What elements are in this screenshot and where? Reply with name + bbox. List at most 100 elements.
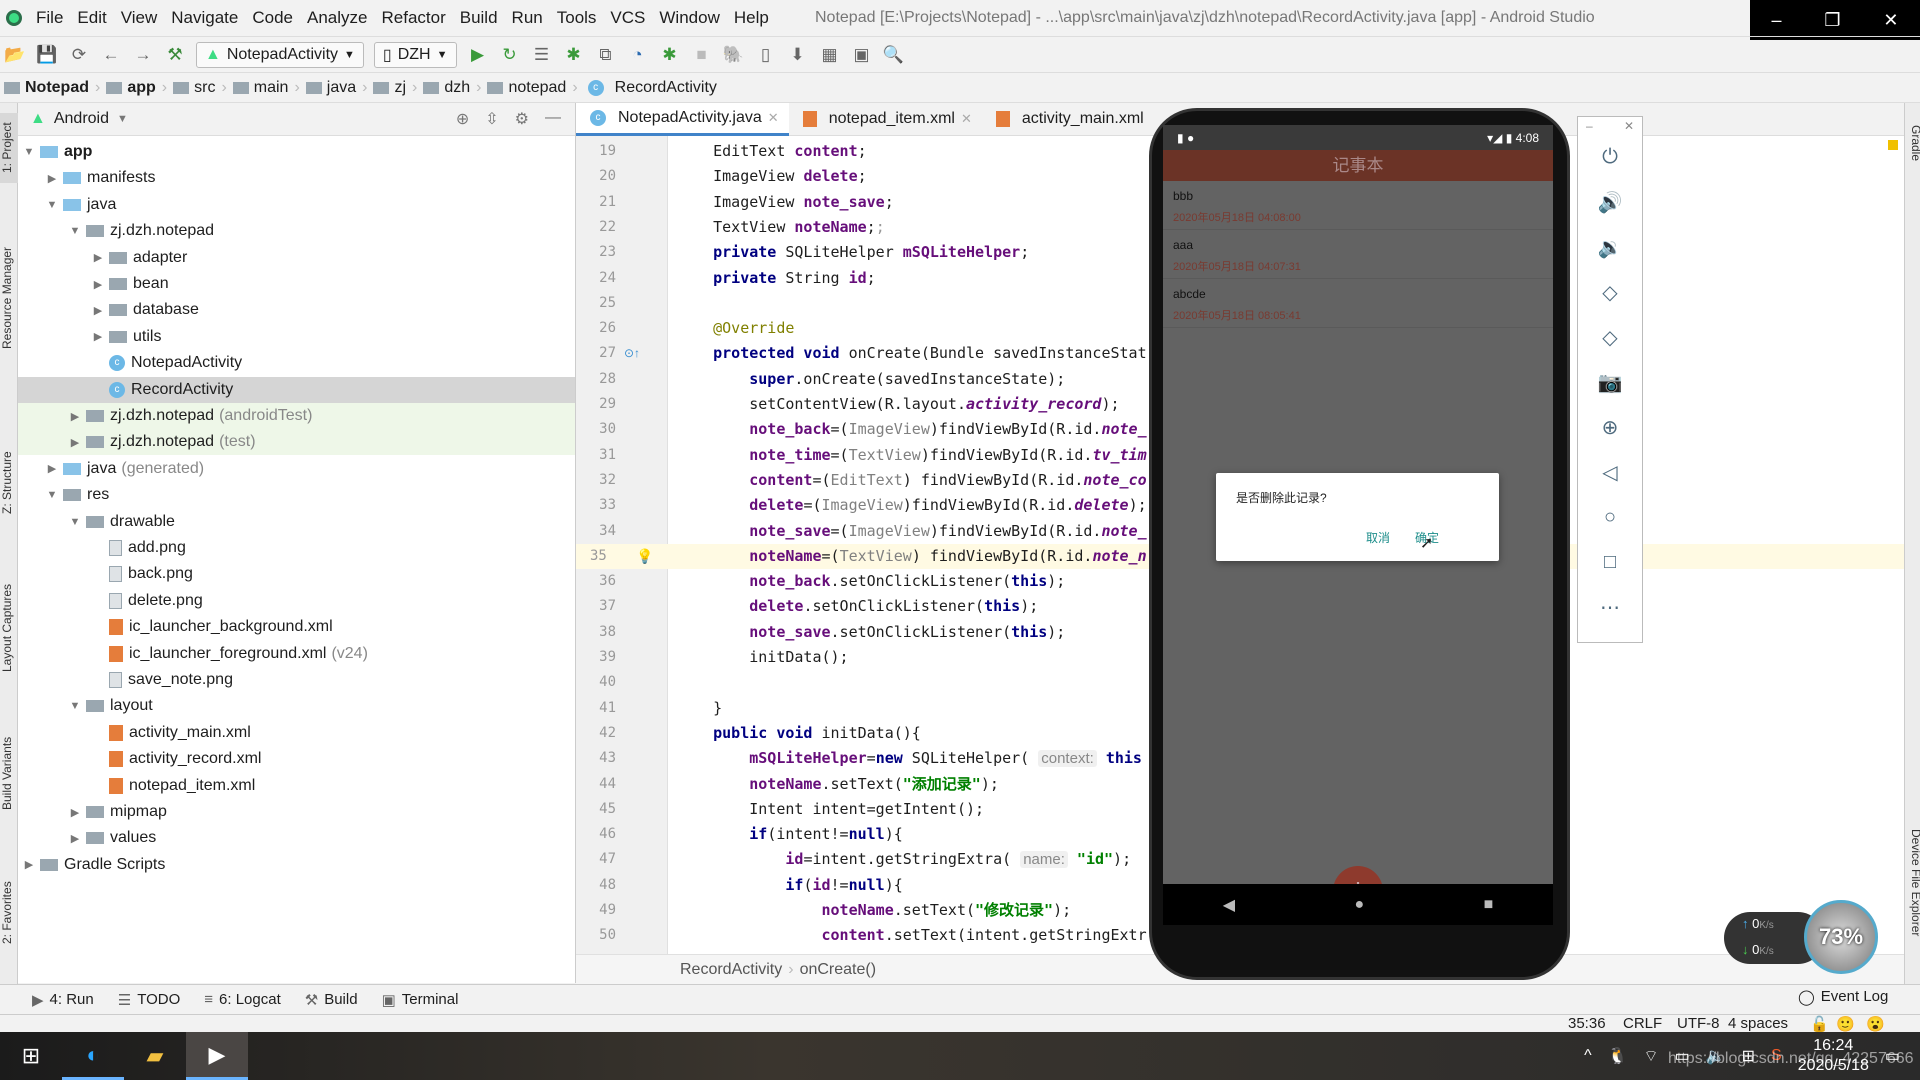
network-monitor-widget[interactable]: ↑ 0K/s ↓ 0K/s 73% [1724, 898, 1878, 976]
coverage-icon[interactable]: ☰ [531, 44, 553, 66]
caret-position[interactable]: 35:36 [1568, 1015, 1606, 1032]
layout-captures-tab[interactable]: Layout Captures [0, 573, 18, 683]
tree-item[interactable]: ▼ java [18, 192, 575, 218]
menu-vcs[interactable]: VCS [610, 8, 645, 28]
build-variants-tab[interactable]: Build Variants [0, 723, 18, 823]
stop-icon[interactable]: ■ [691, 44, 713, 66]
close-icon[interactable]: ✕ [1624, 119, 1634, 133]
crumb-class[interactable]: RecordActivity [680, 961, 782, 979]
open-icon[interactable]: 📂 [4, 44, 26, 66]
file-encoding[interactable]: UTF-8 [1677, 1015, 1720, 1032]
collapsed-arrow-icon[interactable]: ▶ [68, 806, 82, 819]
tree-item[interactable]: c NotepadActivity [18, 350, 575, 376]
tree-item[interactable]: save_note.png [18, 667, 575, 693]
menu-file[interactable]: File [36, 8, 63, 28]
smiley-icon[interactable]: 🙂 [1836, 1015, 1855, 1033]
profile-icon[interactable]: ◔ [627, 44, 649, 66]
chevron-down-icon[interactable]: ▼ [117, 113, 128, 125]
resource-manager-tab[interactable]: Resource Manager [0, 233, 18, 363]
power-icon[interactable]: ⏻ [1578, 135, 1642, 180]
cancel-button[interactable]: 取消 [1366, 529, 1390, 546]
expanded-arrow-icon[interactable]: ▼ [68, 225, 82, 237]
rotate-left-icon[interactable]: ◇ [1578, 270, 1642, 315]
tree-item[interactable]: ▼ app [18, 139, 575, 165]
event-log-button[interactable]: ◯ Event Log [1798, 988, 1888, 1006]
minimize-button[interactable]: – [1771, 10, 1781, 31]
locate-icon[interactable]: ⊕ [456, 109, 469, 129]
tree-item[interactable]: ▼ layout [18, 693, 575, 719]
override-marker-icon[interactable]: ⊙↑ [624, 341, 640, 366]
collapsed-arrow-icon[interactable]: ▶ [91, 304, 105, 317]
menu-window[interactable]: Window [659, 8, 719, 28]
breadcrumb-item[interactable]: src [173, 79, 215, 97]
tool-run[interactable]: ▶ 4: Run [32, 991, 94, 1009]
expanded-arrow-icon[interactable]: ▼ [45, 199, 59, 211]
breadcrumb-item[interactable]: dzh [423, 79, 470, 97]
rotate-right-icon[interactable]: ◇ [1578, 315, 1642, 360]
overview-icon[interactable]: □ [1578, 540, 1642, 585]
favorites-tab[interactable]: 2: Favorites [0, 873, 18, 953]
crumb-method[interactable]: onCreate() [800, 961, 876, 979]
collapsed-arrow-icon[interactable]: ▶ [68, 410, 82, 423]
menu-view[interactable]: View [121, 8, 158, 28]
debug-icon[interactable]: ✱ [563, 44, 585, 66]
project-structure-icon[interactable]: ▦ [819, 44, 841, 66]
structure-tab[interactable]: Z: Structure [0, 443, 18, 523]
sdk-manager-icon[interactable]: ⬇ [787, 44, 809, 66]
collapsed-arrow-icon[interactable]: ▶ [22, 858, 36, 871]
tree-item[interactable]: add.png [18, 535, 575, 561]
hide-icon[interactable]: — [545, 109, 561, 129]
menu-refactor[interactable]: Refactor [381, 8, 445, 28]
menu-tools[interactable]: Tools [557, 8, 597, 28]
tree-item[interactable]: c RecordActivity [18, 376, 575, 403]
tree-item[interactable]: ▶ zj.dzh.notepad (test) [18, 429, 575, 456]
expanded-arrow-icon[interactable]: ▼ [45, 489, 59, 501]
back-icon[interactable]: ← [100, 44, 122, 66]
collapsed-arrow-icon[interactable]: ▶ [45, 172, 59, 185]
qq-icon[interactable]: 🐧 [1608, 1046, 1628, 1066]
tree-item[interactable]: notepad_item.xml [18, 773, 575, 799]
tool-todo[interactable]: ☰ TODO [118, 991, 181, 1009]
expanded-arrow-icon[interactable]: ▼ [68, 700, 82, 712]
sad-face-icon[interactable]: 😮 [1866, 1015, 1885, 1033]
attach-debugger-icon[interactable]: ⧉ [595, 44, 617, 66]
note-item[interactable]: aaa 2020年05月18日 04:07:31 [1163, 230, 1553, 279]
volume-down-icon[interactable]: 🔉 [1578, 225, 1642, 270]
collapsed-arrow-icon[interactable]: ▶ [68, 436, 82, 449]
breadcrumb-item[interactable]: main [232, 79, 288, 97]
gear-icon[interactable]: ⚙ [515, 109, 529, 129]
menu-help[interactable]: Help [734, 8, 769, 28]
inspection-status-icon[interactable] [1888, 140, 1898, 150]
tree-item[interactable]: ▶ adapter [18, 245, 575, 271]
tool-terminal[interactable]: ▣ Terminal [382, 991, 459, 1009]
tree-item[interactable]: ▶ values [18, 825, 575, 851]
lock-icon[interactable]: 🔓 [1810, 1015, 1829, 1033]
run-config-select[interactable]: ▲ NotepadActivity ▼ [196, 41, 364, 68]
avd-manager-icon[interactable]: ▯ [755, 44, 777, 66]
tree-item[interactable]: ic_launcher_background.xml [18, 614, 575, 640]
nav-back-icon[interactable]: ◀ [1223, 895, 1235, 915]
menu-analyze[interactable]: Analyze [307, 8, 367, 28]
note-item[interactable]: abcde 2020年05月18日 08:05:41 [1163, 279, 1553, 328]
sync-icon[interactable]: ⟳ [68, 44, 90, 66]
breadcrumb-item[interactable]: c RecordActivity [584, 79, 717, 97]
tree-item[interactable]: activity_record.xml [18, 746, 575, 772]
home-icon[interactable]: ○ [1578, 495, 1642, 540]
tree-item[interactable]: ▶ database [18, 297, 575, 323]
wifi-icon[interactable]: ⌔ [1644, 1046, 1659, 1066]
tool-logcat[interactable]: ≡ 6: Logcat [204, 991, 280, 1008]
breadcrumb-item[interactable]: Notepad [4, 79, 89, 97]
minimize-icon[interactable]: – [1586, 119, 1593, 133]
layout-inspector-icon[interactable]: ▣ [851, 44, 873, 66]
tab-notepad-item[interactable]: notepad_item.xml ✕ [789, 103, 982, 136]
close-button[interactable]: ✕ [1883, 10, 1898, 31]
project-view-select[interactable]: Android [54, 110, 109, 128]
menu-navigate[interactable]: Navigate [171, 8, 238, 28]
browser-icon[interactable]: ◐ [62, 1032, 124, 1080]
emulator-task-icon[interactable]: ▶ [186, 1032, 248, 1080]
breadcrumb-item[interactable]: zj [373, 79, 406, 97]
volume-up-icon[interactable]: 🔊 [1578, 180, 1642, 225]
attach-icon[interactable]: ✱ [659, 44, 681, 66]
tree-item[interactable]: ▶ bean [18, 271, 575, 297]
tree-item[interactable]: ic_launcher_foreground.xml (v24) [18, 641, 575, 667]
